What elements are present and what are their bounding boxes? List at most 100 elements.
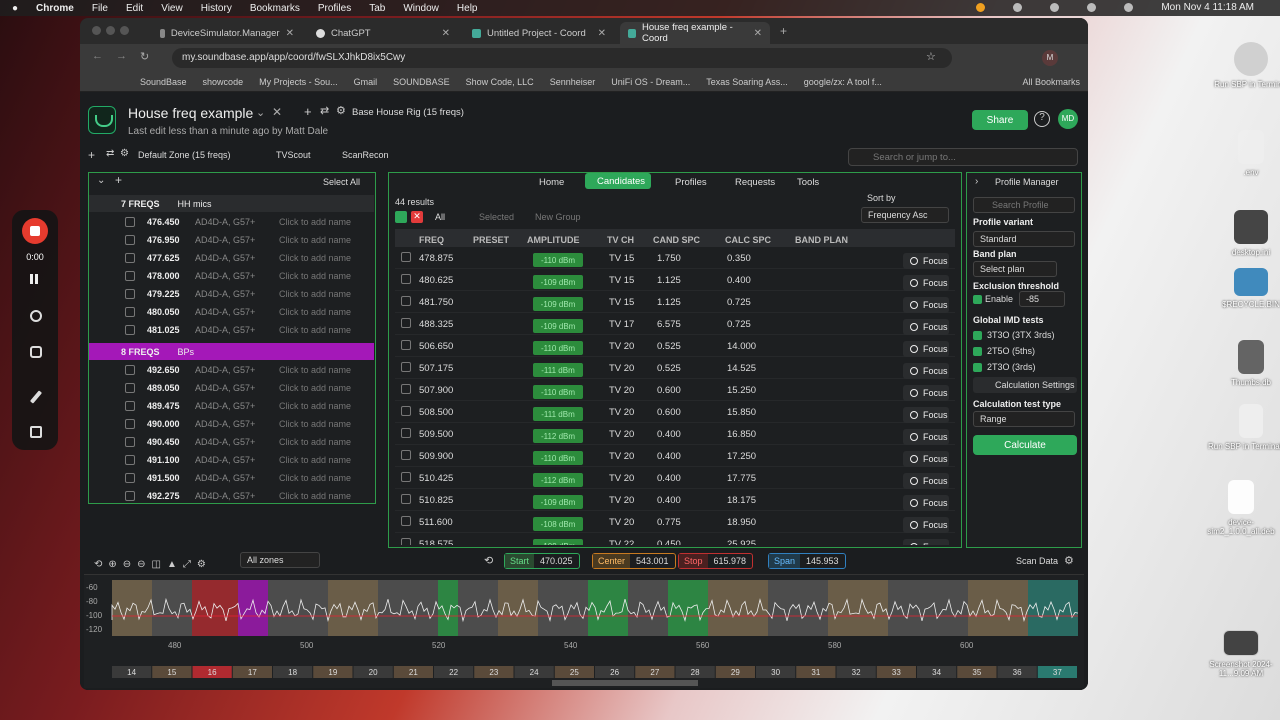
focus-button[interactable]: Focus [903,275,949,291]
clock[interactable]: Mon Nov 4 11:18 AM [1161,2,1254,13]
bookmark-star-icon[interactable]: ☆ [926,50,936,63]
table-row[interactable]: 509.500 -112 dBm TV 20 0.400 16.850 Focus [395,423,955,445]
share-button[interactable]: Share [972,110,1028,130]
spectrum-tools-icon[interactable]: ⟲⊕⊖⊖◫▲⤢⚙ [94,559,212,570]
bookmark-item[interactable]: SOUNDBASE [393,77,450,87]
row-checkbox[interactable] [401,252,411,262]
menu-tab[interactable]: Tab [369,3,385,14]
row-name-input[interactable]: Click to add name [279,437,351,447]
row-checkbox[interactable] [401,318,411,328]
sort-select[interactable]: Frequency Asc [861,207,949,223]
row-checkbox[interactable] [401,362,411,372]
row-checkbox[interactable] [125,491,135,501]
gear-icon[interactable]: ⚙ [336,104,346,117]
pen-icon[interactable] [29,390,43,404]
row-checkbox[interactable] [401,538,411,545]
row-checkbox[interactable] [401,384,411,394]
table-row[interactable]: 507.900 -110 dBm TV 20 0.600 15.250 Focus [395,379,955,401]
desktop-item[interactable]: $RECYCLE.BIN [1206,268,1280,309]
zone-row[interactable]: 491.100 AD4D-A, G57+ Click to add name [89,451,374,469]
row-checkbox[interactable] [401,516,411,526]
row-checkbox[interactable] [401,472,411,482]
nav-home[interactable]: Home [539,177,564,188]
bookmark-item[interactable]: showcode [203,77,244,87]
desktop-item[interactable]: .env [1206,130,1280,177]
desktop-item[interactable]: Thumbs.db [1206,340,1280,387]
nav-candidates[interactable]: Candidates [585,173,651,189]
rig-selector[interactable]: Base House Rig (15 freqs) [352,107,464,118]
imd-checkbox[interactable] [973,331,982,340]
row-name-input[interactable]: Click to add name [279,401,351,411]
bookmark-item[interactable]: Gmail [354,77,378,87]
row-checkbox[interactable] [125,235,135,245]
row-checkbox[interactable] [125,365,135,375]
status-icon[interactable] [1013,3,1023,12]
variant-select[interactable]: Standard [973,231,1075,247]
focus-button[interactable]: Focus [903,319,949,335]
zone-row[interactable]: 492.275 AD4D-A, G57+ Click to add name [89,487,374,505]
focus-button[interactable]: Focus [903,407,949,423]
table-row[interactable]: 511.600 -108 dBm TV 20 0.775 18.950 Focus [395,511,955,533]
tvscout-button[interactable]: TVScout [276,150,311,160]
reload-icon[interactable]: ↻ [140,50,149,63]
help-icon[interactable]: ? [1034,111,1050,127]
focus-button[interactable]: Focus [903,341,949,357]
table-row[interactable]: 510.825 -109 dBm TV 20 0.400 18.175 Focus [395,489,955,511]
apple-icon[interactable]: ● [12,3,18,14]
menu-file[interactable]: File [92,3,108,14]
center-field[interactable]: Center 543.001 [592,553,676,569]
row-checkbox[interactable] [401,296,411,306]
focus-button[interactable]: Focus [903,363,949,379]
zones-select[interactable]: All zones [240,552,320,568]
magic-icon[interactable] [30,426,42,438]
menu-help[interactable]: Help [457,3,478,14]
spectrum-plot[interactable]: -60 -80 -100 -120 480 500 520 540 560 580 600 14 15 1… [86,580,1082,686]
exclusion-input[interactable]: -85 [1019,291,1065,307]
table-row[interactable]: 481.750 -109 dBm TV 15 1.125 0.725 Focus [395,291,955,313]
row-name-input[interactable]: Click to add name [279,325,351,335]
address-bar[interactable]: my.soundbase.app/app/coord/fwSLXJhkD8ix5… [172,48,952,68]
bookmark-item[interactable]: SoundBase [140,77,187,87]
desktop-item[interactable]: Run SBP in Terminal.zip [1206,404,1280,451]
focus-button[interactable]: Focus [903,539,949,545]
row-checkbox[interactable] [125,271,135,281]
nav-tools[interactable]: Tools [797,177,819,188]
scan-data-button[interactable]: Scan Data [1016,556,1058,566]
imd-checkbox[interactable] [973,363,982,372]
focus-button[interactable]: Focus [903,429,949,445]
stop-field[interactable]: Stop 615.978 [678,553,754,569]
col-freq[interactable]: FREQ [419,235,444,245]
focus-button[interactable]: Focus [903,385,949,401]
menu-view[interactable]: View [161,3,183,14]
row-checkbox[interactable] [125,289,135,299]
zone-row[interactable]: 491.500 AD4D-A, G57+ Click to add name [89,469,374,487]
row-name-input[interactable]: Click to add name [279,419,351,429]
desktop-item[interactable]: Run SBP in Terminal [1206,42,1280,89]
menu-bookmarks[interactable]: Bookmarks [250,3,300,14]
forward-icon[interactable]: → [116,50,127,62]
row-checkbox[interactable] [125,437,135,447]
zone-gear-icon[interactable]: ⚙ [120,148,129,159]
table-row[interactable]: 506.650 -110 dBm TV 20 0.525 14.000 Focus [395,335,955,357]
zone-share-icon[interactable]: ⇄ [106,148,114,159]
row-name-input[interactable]: Click to add name [279,383,351,393]
test-type-select[interactable]: Range [973,411,1075,427]
focus-button[interactable]: Focus [903,517,949,533]
collapse-icon[interactable]: ⌄ [97,175,105,186]
desktop-item[interactable]: Screenshot 2024-11...9.09 AM [1196,630,1280,678]
table-row[interactable]: 510.425 -112 dBm TV 20 0.400 17.775 Focus [395,467,955,489]
new-tab-button[interactable]: + [780,24,787,38]
table-row[interactable]: 509.900 -110 dBm TV 20 0.400 17.250 Focus [395,445,955,467]
group-header-hh-mics[interactable]: 7 FREQS HH mics [89,195,374,212]
select-all-button[interactable]: Select All [323,177,360,187]
zone-row[interactable]: 490.450 AD4D-A, G57+ Click to add name [89,433,374,451]
app-menu[interactable]: Chrome [36,3,74,14]
span-field[interactable]: Span 145.953 [768,553,846,569]
bookmark-item[interactable]: google/zx: A tool f... [804,77,882,87]
bookmark-item[interactable]: Show Code, LLC [466,77,534,87]
table-row[interactable]: 518.575 -109 dBm TV 22 0.450 25.925 Focus [395,533,955,545]
row-checkbox[interactable] [125,473,135,483]
tab-untitled-project[interactable]: Untitled Project - Coord ✕ [464,22,614,44]
table-row[interactable]: 478.875 -110 dBm TV 15 1.750 0.350 Focus [395,247,955,269]
row-name-input[interactable]: Click to add name [279,271,351,281]
